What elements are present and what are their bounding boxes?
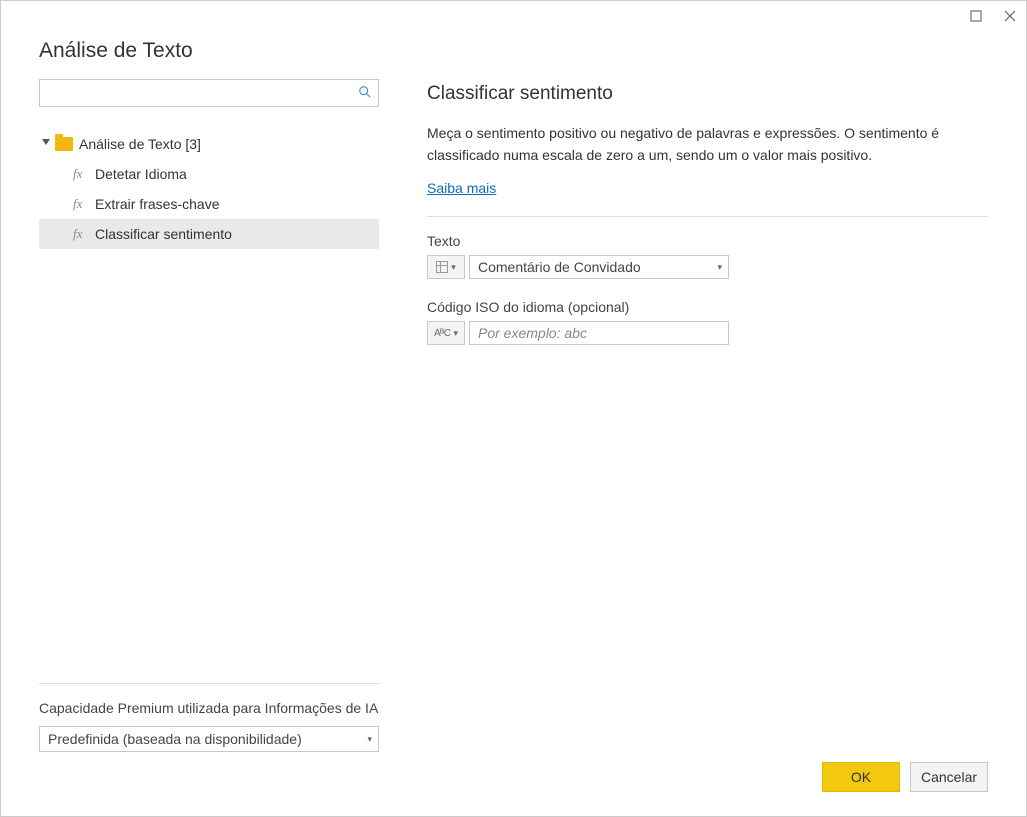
detail-pane: Classificar sentimento Meça o sentimento… <box>427 79 988 762</box>
text-column-value: Comentário de Convidado <box>478 259 641 275</box>
chevron-down-icon: ▾ <box>367 734 372 745</box>
tree-item-label: Detetar Idioma <box>95 166 187 182</box>
field-text-row: ▾ Comentário de Convidado ▾ <box>427 255 988 279</box>
capacity-combo[interactable]: Predefinida (baseada na disponibilidade)… <box>39 726 379 752</box>
abc-icon: AᴮC <box>434 328 451 339</box>
close-icon[interactable] <box>1000 6 1020 26</box>
capacity-section: Capacidade Premium utilizada para Inform… <box>39 683 379 762</box>
cancel-button[interactable]: Cancelar <box>910 762 988 792</box>
chevron-down-icon[interactable] <box>39 139 53 150</box>
tree-item-extract-phrases[interactable]: fx Extrair frases-chave <box>39 189 379 219</box>
divider <box>427 216 988 217</box>
field-iso-label: Código ISO do idioma (opcional) <box>427 299 988 315</box>
search-icon[interactable] <box>358 85 372 102</box>
tree-item-label: Extrair frases-chave <box>95 196 219 212</box>
chevron-down-icon: ▾ <box>454 328 459 339</box>
dialog-title: Análise de Texto <box>1 31 1026 79</box>
detail-description: Meça o sentimento positivo ou negativo d… <box>427 123 967 166</box>
tree-item-detect-language[interactable]: fx Detetar Idioma <box>39 159 379 189</box>
titlebar <box>1 1 1026 31</box>
fx-icon: fx <box>73 226 95 242</box>
chevron-down-icon: ▾ <box>451 262 456 273</box>
chevron-down-icon: ▾ <box>717 262 722 273</box>
footer: OK Cancelar <box>1 762 1026 816</box>
function-tree: Análise de Texto [3] fx Detetar Idioma f… <box>39 129 379 683</box>
ok-button[interactable]: OK <box>822 762 900 792</box>
text-column-combo[interactable]: Comentário de Convidado ▾ <box>469 255 729 279</box>
capacity-label: Capacidade Premium utilizada para Inform… <box>39 700 379 716</box>
maximize-icon[interactable] <box>966 6 986 26</box>
learn-more-link[interactable]: Saiba mais <box>427 180 496 196</box>
tree-item-label: Classificar sentimento <box>95 226 232 242</box>
tree-root-node[interactable]: Análise de Texto [3] <box>39 129 379 159</box>
left-pane: Análise de Texto [3] fx Detetar Idioma f… <box>39 79 379 762</box>
tree-root-label: Análise de Texto [3] <box>79 136 201 152</box>
folder-icon <box>55 137 73 151</box>
detail-title: Classificar sentimento <box>427 83 988 105</box>
field-iso: Código ISO do idioma (opcional) AᴮC ▾ <box>427 299 988 345</box>
table-icon <box>436 261 448 273</box>
type-picker-button[interactable]: AᴮC ▾ <box>427 321 465 345</box>
tree-item-classify-sentiment[interactable]: fx Classificar sentimento <box>39 219 379 249</box>
search-input[interactable] <box>46 85 358 101</box>
dialog-window: Análise de Texto Análise de Texto [3] <box>0 0 1027 817</box>
iso-input[interactable] <box>469 321 729 345</box>
content-area: Análise de Texto [3] fx Detetar Idioma f… <box>1 79 1026 762</box>
search-box[interactable] <box>39 79 379 107</box>
column-picker-button[interactable]: ▾ <box>427 255 465 279</box>
capacity-value: Predefinida (baseada na disponibilidade) <box>48 731 302 747</box>
field-iso-row: AᴮC ▾ <box>427 321 988 345</box>
field-text: Texto ▾ Comentário de Convidado ▾ <box>427 233 988 279</box>
field-text-label: Texto <box>427 233 988 249</box>
fx-icon: fx <box>73 196 95 212</box>
fx-icon: fx <box>73 166 95 182</box>
